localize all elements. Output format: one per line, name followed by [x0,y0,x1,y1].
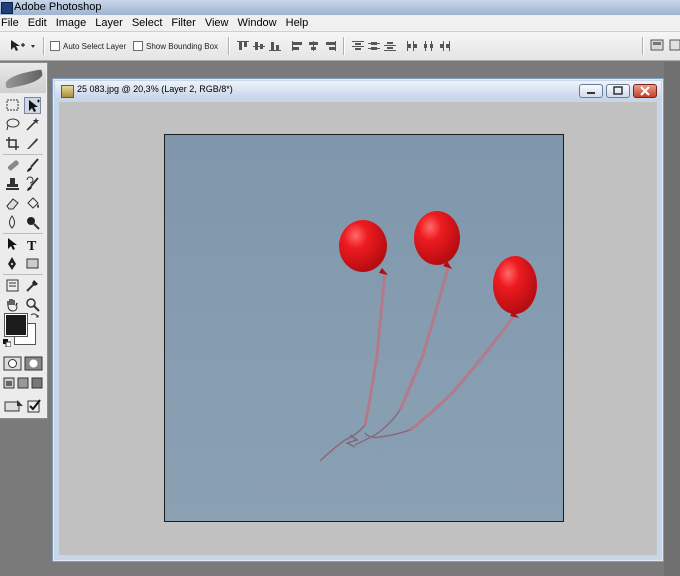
toolbox: T [0,62,48,419]
menu-window[interactable]: Window [234,15,282,31]
workspace-icon[interactable] [669,37,680,53]
align-horizontal-centers-icon[interactable] [308,41,320,51]
pen-tool-icon[interactable] [4,255,21,272]
menu-bar: File Edit Image Layer Select Filter View… [0,15,680,32]
document-title: 25 083.jpg @ 20,3% (Layer 2, RGB/8*) [77,84,233,94]
distribute-vertical-centers-icon[interactable] [368,41,380,51]
separator [343,37,345,55]
maximize-icon [613,86,623,95]
quick-mask-mode-icon[interactable] [24,356,43,371]
full-screen-mode-icon[interactable] [31,377,43,389]
checkmark-icon[interactable] [27,398,41,413]
jump-to-imageready-icon[interactable] [3,398,25,413]
slice-tool-icon[interactable] [24,135,41,152]
hand-tool-icon[interactable] [4,296,21,313]
healing-brush-icon[interactable] [4,157,21,174]
minimize-button[interactable] [579,84,603,98]
toolbox-header [0,63,46,93]
auto-select-checkbox[interactable] [50,41,60,51]
dodge-tool-icon[interactable] [24,214,41,231]
lasso-tool-icon[interactable] [4,116,21,133]
tool-preset-picker[interactable] [9,39,37,53]
document-window: 25 083.jpg @ 20,3% (Layer 2, RGB/8*) [52,78,664,562]
balloons-photo [319,211,537,462]
align-bottom-edges-icon[interactable] [269,41,281,51]
menu-select[interactable]: Select [128,15,168,31]
separator [43,37,45,55]
toolbox-divider [3,154,43,155]
distribute-top-icon[interactable] [352,41,364,51]
show-bounding-checkbox[interactable] [133,41,143,51]
default-colors-icon[interactable] [3,339,11,347]
full-screen-menu-mode-icon[interactable] [17,377,29,389]
close-icon [640,86,650,96]
notes-tool-icon[interactable] [4,277,21,294]
menu-filter[interactable]: Filter [167,15,200,31]
show-bounding-label: Show Bounding Box [146,41,219,51]
distribute-right-icon[interactable] [439,41,451,51]
clone-stamp-icon[interactable] [4,176,21,193]
align-vertical-centers-icon[interactable] [253,41,265,51]
menu-help[interactable]: Help [282,15,314,31]
svg-text:T: T [27,239,37,253]
blur-tool-icon[interactable] [4,214,21,231]
menu-file[interactable]: File [0,15,24,31]
separator [228,37,230,55]
image-file-icon [61,85,74,98]
document-title-bar[interactable]: 25 083.jpg @ 20,3% (Layer 2, RGB/8*) [55,81,661,100]
zoom-tool-icon[interactable] [24,296,41,313]
move-tool-icon[interactable] [24,97,41,114]
maximize-button[interactable] [606,84,630,98]
separator [642,37,644,55]
history-brush-icon[interactable] [24,176,41,193]
standard-screen-mode-icon[interactable] [3,377,15,389]
type-tool-icon[interactable]: T [24,236,41,253]
distribute-left-icon[interactable] [407,41,419,51]
menu-view[interactable]: View [201,15,234,31]
align-left-edges-icon[interactable] [292,41,304,51]
eraser-tool-icon[interactable] [4,195,21,212]
toolbox-divider [3,233,43,234]
rectangle-tool-icon[interactable] [24,255,41,272]
standard-mode-icon[interactable] [3,356,22,371]
distribute-horizontal-centers-icon[interactable] [423,41,435,51]
auto-select-label: Auto Select Layer [63,41,127,51]
paint-bucket-icon[interactable] [24,195,41,212]
options-bar: Auto Select Layer Show Bounding Box [0,32,680,61]
canvas-area[interactable] [59,102,657,555]
toolbox-divider [3,274,43,275]
move-tool-icon [11,40,35,51]
auto-select-layer-toggle[interactable]: Auto Select Layer [50,40,126,52]
align-top-edges-icon[interactable] [237,41,249,51]
menu-image[interactable]: Image [52,15,92,31]
show-bounding-box-toggle[interactable]: Show Bounding Box [133,40,218,52]
photoshop-icon [1,2,13,14]
workspace-edge [664,62,680,576]
eyedropper-icon[interactable] [24,277,41,294]
feather-logo-icon [4,69,44,89]
magic-wand-icon[interactable] [24,116,41,133]
path-selection-icon[interactable] [4,236,21,253]
menu-edit[interactable]: Edit [24,15,52,31]
distribute-bottom-icon[interactable] [384,41,396,51]
brush-tool-icon[interactable] [24,157,41,174]
palette-well-icon[interactable] [649,37,665,53]
marquee-tool-icon[interactable] [4,97,21,114]
crop-tool-icon[interactable] [4,135,21,152]
swap-colors-icon[interactable] [30,312,39,321]
foreground-color-swatch[interactable] [4,313,28,337]
photo-canvas[interactable] [164,134,564,522]
align-right-edges-icon[interactable] [324,41,336,51]
minimize-icon [587,92,595,94]
close-button[interactable] [633,84,657,98]
app-title: Adobe Photoshop [14,1,102,13]
app-title-bar: Adobe Photoshop [0,0,680,15]
menu-layer[interactable]: Layer [91,15,128,31]
